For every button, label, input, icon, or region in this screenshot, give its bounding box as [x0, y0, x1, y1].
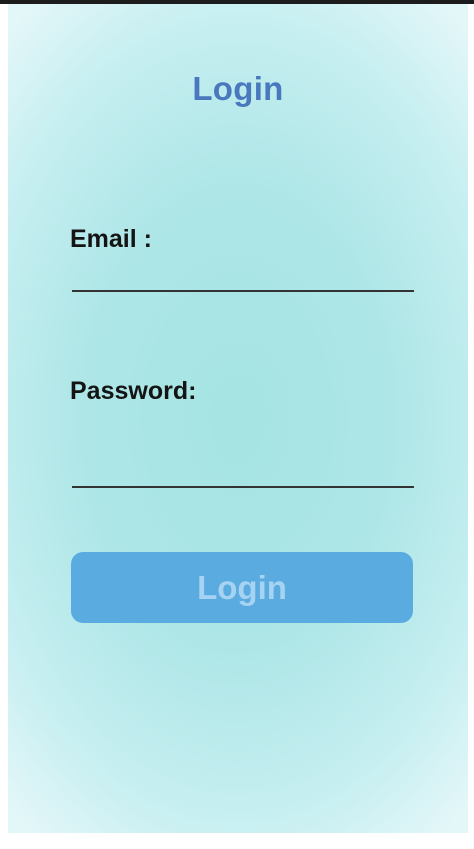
- password-label: Password:: [70, 377, 197, 405]
- page-title: Login: [192, 70, 284, 107]
- password-field[interactable]: [72, 452, 414, 488]
- login-screen: Login Email : Password: Login: [8, 4, 468, 833]
- email-field[interactable]: [72, 256, 414, 292]
- email-label: Email :: [70, 225, 152, 253]
- login-button[interactable]: Login: [71, 552, 413, 623]
